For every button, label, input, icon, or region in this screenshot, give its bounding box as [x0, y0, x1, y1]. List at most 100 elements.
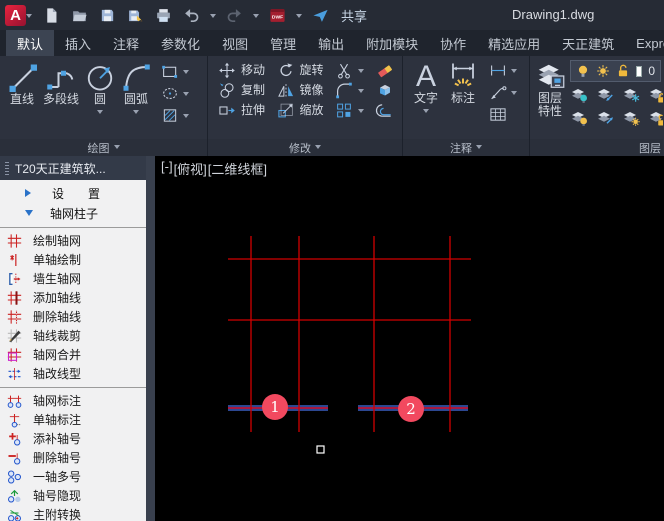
app-menu-caret-icon[interactable]	[26, 13, 32, 21]
dwf-export-icon[interactable]: DWF	[268, 6, 287, 25]
tool-dim-linear[interactable]	[488, 62, 517, 79]
tool-offset[interactable]	[375, 102, 398, 119]
layer-state-selector[interactable]: 0	[570, 60, 661, 82]
redo-icon[interactable]	[225, 6, 244, 25]
tool-line[interactable]: 直线	[7, 61, 37, 124]
tab-tarch[interactable]: 天正建筑	[551, 30, 625, 56]
layer-thaw-icon[interactable]	[622, 109, 645, 129]
layer-thaw-sun-icon[interactable]	[596, 64, 610, 78]
sidebar-group-axis-grid-column[interactable]: 轴网柱子	[0, 203, 146, 223]
fillet-caret-icon[interactable]	[358, 89, 364, 96]
tool-fillet[interactable]	[334, 82, 367, 99]
tab-manage[interactable]: 管理	[259, 30, 307, 56]
panel-annotate-footer[interactable]: 注释	[403, 139, 529, 156]
tool-rectangle[interactable]	[160, 63, 190, 80]
current-layer-name[interactable]: 0	[648, 64, 655, 78]
sidebar-item-single-axis-dimension[interactable]: 单轴标注	[0, 410, 146, 429]
viewport-visual-style-control[interactable]: [二维线框]	[208, 159, 267, 178]
tab-addins[interactable]: 附加模块	[355, 30, 429, 56]
share-plane-icon[interactable]	[311, 6, 330, 25]
sidebar-item-single-axis-draw[interactable]: 单轴绘制	[0, 250, 146, 269]
share-label[interactable]: 共享	[341, 6, 367, 25]
sidebar-item-axis-linetype[interactable]: 轴改线型	[0, 364, 146, 383]
sidebar-item-wall-gen-grid[interactable]: 墙生轴网	[0, 269, 146, 288]
tool-explode[interactable]	[375, 82, 398, 99]
tool-leader[interactable]	[488, 84, 517, 101]
tab-output[interactable]: 输出	[307, 30, 355, 56]
layer-on-bulb-icon[interactable]	[576, 64, 590, 78]
tab-collaborate[interactable]: 协作	[429, 30, 477, 56]
tool-hatch[interactable]	[160, 107, 190, 124]
panel-draw-footer[interactable]: 绘图	[0, 139, 207, 156]
sidebar-item-grid-dimension[interactable]: 轴网标注	[0, 391, 146, 410]
circle-caret-icon[interactable]	[97, 110, 104, 117]
layer-on-off-icon[interactable]	[570, 109, 593, 129]
tool-mirror[interactable]: 镜像	[276, 82, 327, 99]
undo-icon[interactable]	[182, 6, 201, 25]
tab-insert[interactable]: 插入	[54, 30, 102, 56]
layer-unlock-small-icon[interactable]	[648, 109, 663, 129]
hatch-caret-icon[interactable]	[183, 114, 190, 121]
sidebar-grip-icon[interactable]	[5, 161, 9, 175]
tool-rotate[interactable]: 旋转	[276, 62, 327, 79]
viewport-view-control[interactable]: [俯视]	[174, 159, 207, 178]
sidebar-divider[interactable]	[146, 156, 155, 521]
tool-arc[interactable]: 圆弧	[121, 61, 151, 124]
save-as-icon[interactable]	[126, 6, 145, 25]
tool-ellipse[interactable]	[160, 85, 190, 102]
tab-home[interactable]: 默认	[6, 30, 55, 56]
redo-caret-icon[interactable]	[253, 13, 259, 21]
sidebar-item-axis-clip[interactable]: 轴线裁剪	[0, 326, 146, 345]
tool-dimension[interactable]: 标注	[448, 60, 478, 123]
tab-featured-apps[interactable]: 精选应用	[477, 30, 551, 56]
tool-stretch[interactable]: 拉伸	[217, 102, 268, 119]
array-caret-icon[interactable]	[358, 109, 364, 116]
layer-unlock-icon[interactable]	[616, 64, 630, 78]
drawing-canvas[interactable]: 12 [-] [俯视] [二维线框]	[155, 156, 664, 521]
layer-isolate-icon[interactable]	[570, 86, 593, 106]
tool-table[interactable]	[488, 106, 517, 123]
tool-array[interactable]	[334, 102, 367, 119]
rectangle-caret-icon[interactable]	[183, 70, 190, 77]
sidebar-item-draw-axis-grid[interactable]: 绘制轴网	[0, 231, 146, 250]
sidebar-item-delete-axis-number[interactable]: 删除轴号	[0, 448, 146, 467]
tool-circle[interactable]: 圆	[85, 61, 115, 124]
tab-view[interactable]: 视图	[211, 30, 259, 56]
tab-express-tools[interactable]: Express Tools	[625, 30, 664, 56]
tool-move[interactable]: 移动	[217, 62, 268, 79]
layer-freeze-icon[interactable]	[596, 86, 619, 106]
drawing-svg[interactable]: 12	[155, 156, 664, 521]
sidebar-item-add-axis-number[interactable]: 添补轴号	[0, 429, 146, 448]
undo-caret-icon[interactable]	[210, 13, 216, 21]
sidebar-item-axis-number-visibility[interactable]: 轴号隐现	[0, 486, 146, 505]
new-file-icon[interactable]	[42, 6, 61, 25]
trim-caret-icon[interactable]	[358, 69, 364, 76]
axis-bubble-1[interactable]: 1	[262, 394, 288, 420]
sidebar-title-bar[interactable]: T20天正建筑软...	[0, 156, 146, 180]
sidebar-item-grid-merge[interactable]: 轴网合并	[0, 345, 146, 364]
leader-caret-icon[interactable]	[511, 91, 517, 98]
sidebar-item-one-axis-multi-number[interactable]: 一轴多号	[0, 467, 146, 486]
tab-annotate[interactable]: 注释	[102, 30, 150, 56]
tool-scale[interactable]: 缩放	[276, 102, 327, 119]
layer-lock-icon[interactable]	[648, 86, 663, 106]
viewport-minimize-control[interactable]: [-]	[161, 159, 173, 178]
open-folder-icon[interactable]	[70, 6, 89, 25]
tab-parametric[interactable]: 参数化	[150, 30, 211, 56]
panel-modify-footer[interactable]: 修改	[208, 139, 402, 156]
tool-erase[interactable]	[375, 62, 398, 79]
axis-bubble-2[interactable]: 2	[398, 396, 424, 422]
dim-linear-caret-icon[interactable]	[511, 69, 517, 76]
tool-copy[interactable]: 复制	[217, 82, 268, 99]
layer-color-swatch[interactable]	[636, 65, 643, 77]
qat-dropdown-caret-icon[interactable]	[296, 13, 302, 21]
tool-text[interactable]: A 文字	[411, 60, 441, 123]
layer-unisolate-icon[interactable]	[596, 109, 619, 129]
print-icon[interactable]	[154, 6, 173, 25]
layer-snowflake-icon[interactable]	[622, 86, 645, 106]
tool-trim[interactable]	[334, 62, 367, 79]
tool-layer-properties[interactable]: 图层 特性	[535, 60, 565, 129]
save-icon[interactable]	[98, 6, 117, 25]
sidebar-group-settings[interactable]: 设 置	[0, 183, 146, 203]
app-logo-icon[interactable]: A	[5, 4, 26, 26]
